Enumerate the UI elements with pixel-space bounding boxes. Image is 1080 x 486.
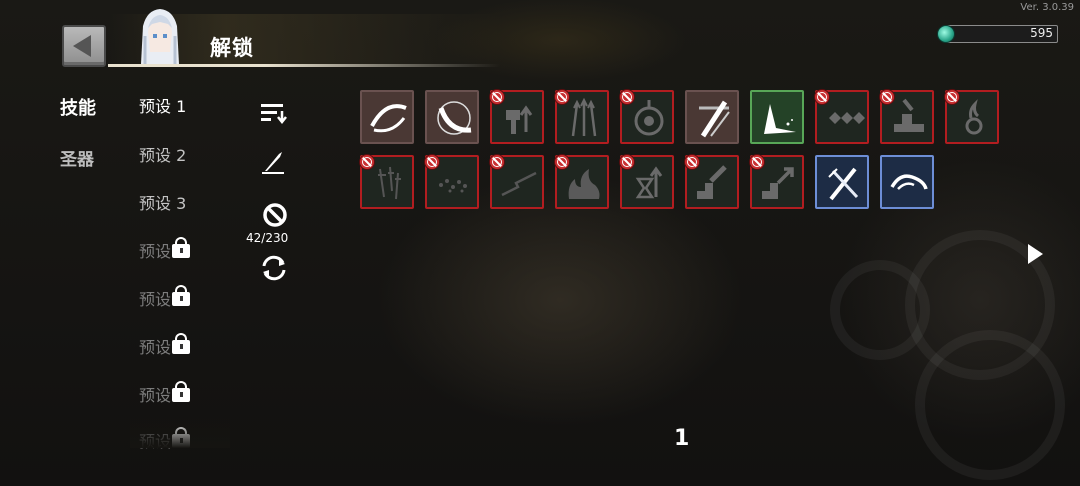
preset-item-1[interactable]: 预设 1 — [139, 93, 186, 117]
locked-badge-icon — [814, 89, 830, 105]
skill-slot[interactable] — [880, 155, 934, 209]
hammer-arrow-icon — [506, 105, 533, 134]
prohibit-icon — [263, 203, 287, 227]
preset-item-4[interactable]: 预设 — [139, 237, 191, 262]
preset-label: 预设 3 — [139, 194, 187, 213]
skill-slot[interactable] — [749, 154, 804, 209]
next-page-arrow-icon[interactable] — [1028, 244, 1043, 264]
cross-slash-icon — [699, 100, 730, 138]
locked-badge-icon — [424, 154, 440, 170]
lock-icon — [172, 237, 191, 258]
character-portrait — [133, 6, 187, 64]
skill-slot[interactable] — [944, 89, 999, 144]
preset-item-7[interactable]: 预设 — [139, 381, 191, 406]
skill-slot[interactable] — [879, 89, 934, 144]
locked-badge-icon — [879, 89, 895, 105]
locked-badge-icon — [749, 154, 765, 170]
preset-item-3[interactable]: 预设 3 — [139, 190, 186, 214]
locked-badge-icon — [554, 89, 570, 105]
lightning-streak-icon — [501, 171, 537, 197]
preset-item-6[interactable]: 预设 — [139, 333, 191, 358]
header-divider — [108, 64, 500, 67]
skill-slot[interactable] — [359, 154, 414, 209]
preset-label: 预设 1 — [139, 97, 187, 116]
version-label: Ver. 3.0.39 — [1020, 2, 1074, 13]
background-ring — [915, 330, 1065, 480]
lock-icon — [172, 285, 191, 306]
locked-badge-icon — [684, 154, 700, 170]
preset-label: 预设 — [139, 290, 172, 309]
gem-icon — [937, 25, 955, 43]
skill-slot[interactable] — [684, 154, 739, 209]
preset-label: 预设 — [139, 338, 172, 357]
skill-slot[interactable] — [554, 154, 609, 209]
skill-slot[interactable] — [750, 90, 804, 144]
locked-badge-icon — [619, 154, 635, 170]
page-title: 解锁 — [210, 36, 254, 60]
refresh-icon — [262, 255, 286, 281]
background-ring — [830, 260, 930, 360]
locked-badge-icon — [944, 89, 960, 105]
crescent-slash-icon — [437, 101, 472, 135]
sort-button[interactable] — [260, 101, 288, 129]
page-number: 1 — [674, 426, 690, 451]
skill-slot[interactable] — [425, 90, 479, 144]
skill-slot[interactable] — [360, 90, 414, 144]
skill-slot[interactable] — [489, 154, 544, 209]
locked-badge-icon — [359, 154, 375, 170]
ground-burst-icon — [764, 104, 796, 134]
currency-value: 595 — [1030, 26, 1053, 40]
falling-swords-icon — [378, 166, 401, 200]
skill-slot[interactable] — [815, 155, 869, 209]
currency-bar: 595 — [937, 25, 1058, 43]
anvil-strike-icon — [894, 98, 924, 132]
back-button[interactable] — [62, 25, 106, 67]
preset-label: 预设 2 — [139, 146, 187, 165]
edit-icon — [262, 152, 284, 174]
sort-icon — [261, 104, 287, 125]
swirl-wave-icon — [890, 174, 928, 190]
locked-badge-icon — [489, 154, 505, 170]
back-arrow-icon — [73, 35, 91, 57]
skill-slot[interactable] — [619, 154, 674, 209]
flame-orb-icon — [965, 99, 983, 135]
skill-slot[interactable] — [489, 89, 544, 144]
skill-slot[interactable] — [424, 154, 479, 209]
lock-icon — [172, 381, 191, 402]
shuriken-chain-icon — [829, 112, 865, 124]
locked-badge-icon — [489, 89, 505, 105]
preset-label: 预设 — [139, 242, 172, 261]
scatter-dust-icon — [439, 179, 467, 193]
locked-badge-icon — [619, 89, 635, 105]
stair-strike-icon — [697, 165, 727, 199]
filter-button[interactable] — [262, 202, 288, 232]
skill-slot[interactable] — [554, 89, 609, 144]
slash-orbit-icon — [370, 104, 407, 133]
stair-arrow-icon — [762, 167, 794, 199]
list-fade — [130, 418, 230, 448]
refresh-button[interactable] — [259, 253, 289, 287]
skill-slot[interactable] — [619, 89, 674, 144]
skill-slot[interactable] — [814, 89, 869, 144]
target-ring-icon — [634, 100, 664, 136]
lock-icon — [172, 333, 191, 354]
tab-skills[interactable]: 技能 — [60, 94, 96, 120]
skill-slot[interactable] — [685, 90, 739, 144]
triple-arrows-icon — [571, 97, 597, 137]
preset-item-2[interactable]: 预设 2 — [139, 142, 186, 166]
tab-relics[interactable]: 圣器 — [60, 145, 94, 170]
fire-wave-icon — [568, 169, 600, 199]
hourglass-arrow-icon — [635, 166, 663, 199]
preset-item-5[interactable]: 预设 — [139, 285, 191, 310]
unlock-count: 42/230 — [246, 231, 289, 245]
preset-label: 预设 — [139, 386, 172, 405]
crossed-blades-icon — [828, 167, 859, 201]
locked-badge-icon — [554, 154, 570, 170]
edit-button[interactable] — [259, 149, 287, 181]
